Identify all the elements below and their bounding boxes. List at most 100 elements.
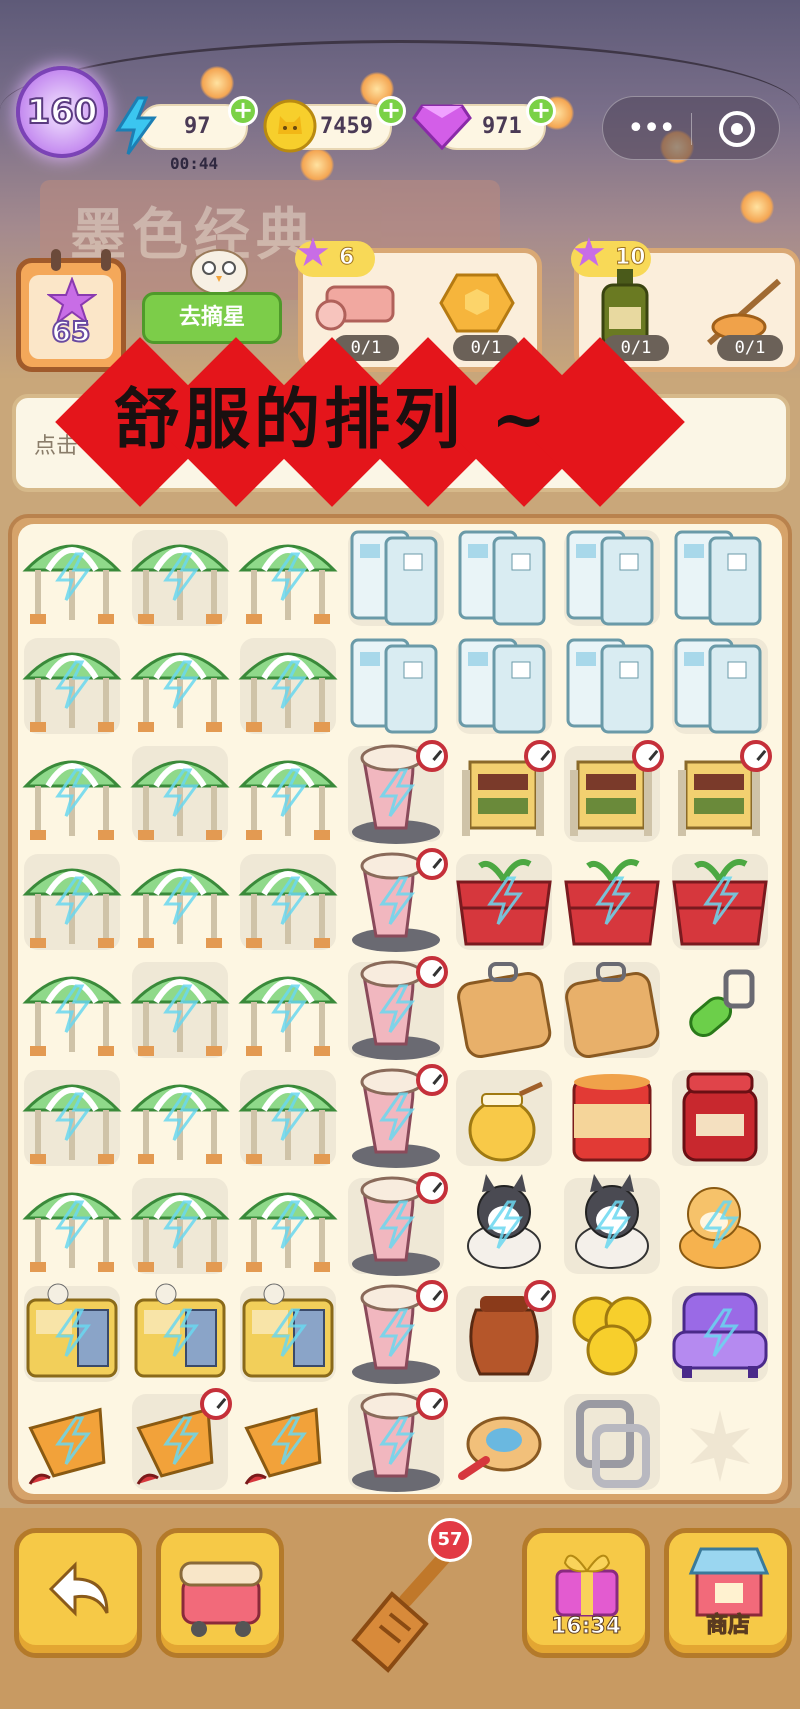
lock-bolt-icon: [163, 768, 199, 817]
board-cell[interactable]: [342, 632, 450, 740]
player-level-badge[interactable]: 160: [16, 66, 108, 158]
board-cell[interactable]: [450, 632, 558, 740]
board-cell[interactable]: [234, 956, 342, 1064]
board-cell[interactable]: [666, 1172, 774, 1280]
board-cell[interactable]: [666, 524, 774, 632]
undo-button[interactable]: [14, 1528, 142, 1658]
cutting-board-icon: [457, 962, 552, 1058]
board-cell[interactable]: [666, 1388, 774, 1496]
board-cell[interactable]: [666, 1064, 774, 1172]
board-cell[interactable]: [558, 956, 666, 1064]
board-cell[interactable]: [342, 956, 450, 1064]
board-cell[interactable]: [234, 1388, 342, 1496]
board-cell[interactable]: [234, 1172, 342, 1280]
board-cell[interactable]: [126, 1172, 234, 1280]
board-cell[interactable]: [234, 848, 342, 956]
board-cell[interactable]: [18, 956, 126, 1064]
board-cell[interactable]: [450, 848, 558, 956]
board-cell[interactable]: [126, 1064, 234, 1172]
board-cell[interactable]: [558, 740, 666, 848]
board-cell[interactable]: [558, 848, 666, 956]
board-cell[interactable]: [342, 1388, 450, 1496]
board-cell[interactable]: [450, 1064, 558, 1172]
board-cell[interactable]: [342, 1280, 450, 1388]
board-cell[interactable]: [450, 1388, 558, 1496]
star-icon: ★: [295, 230, 331, 276]
energy-bolt-icon: [115, 96, 157, 155]
go-pick-stars-button[interactable]: 去摘星: [142, 292, 282, 344]
board-cell[interactable]: [18, 848, 126, 956]
board-cell[interactable]: [126, 524, 234, 632]
board-cell[interactable]: [126, 632, 234, 740]
board-cell[interactable]: [342, 1064, 450, 1172]
add-energy-button[interactable]: +: [228, 96, 258, 126]
board-cell[interactable]: [126, 956, 234, 1064]
board-cell[interactable]: [666, 848, 774, 956]
storage-box-button[interactable]: [156, 1528, 284, 1658]
board-cell[interactable]: [126, 1280, 234, 1388]
board-cell[interactable]: [342, 1172, 450, 1280]
peeler-icon: [689, 969, 755, 1038]
board-cell[interactable]: [342, 848, 450, 956]
board-cell[interactable]: [558, 524, 666, 632]
energy-value: 97: [184, 114, 211, 139]
board-cell[interactable]: [450, 1172, 558, 1280]
shop-button[interactable]: 商店: [664, 1528, 792, 1658]
lock-bolt-icon: [271, 984, 307, 1033]
caption-banner: 舒服的排列 ~: [55, 337, 685, 507]
add-gems-button[interactable]: +: [526, 96, 556, 126]
board-cell[interactable]: [234, 740, 342, 848]
board-cell[interactable]: [450, 1280, 558, 1388]
lock-bolt-icon: [55, 1416, 91, 1465]
board-cell[interactable]: [666, 956, 774, 1064]
gem-icon: [412, 104, 472, 151]
board-cell[interactable]: [126, 740, 234, 848]
gift-button[interactable]: 16:34: [522, 1528, 650, 1658]
timer-clock-icon: [416, 848, 448, 880]
board-cell[interactable]: [558, 1388, 666, 1496]
board-cell[interactable]: [558, 1280, 666, 1388]
board-cell[interactable]: [666, 1280, 774, 1388]
lock-bolt-icon: [703, 1200, 739, 1249]
board-cell[interactable]: [450, 956, 558, 1064]
board-cell[interactable]: [342, 524, 450, 632]
board-cell[interactable]: [666, 740, 774, 848]
lock-bolt-icon: [595, 1200, 631, 1249]
board-cell[interactable]: [450, 740, 558, 848]
timer-clock-icon: [524, 1280, 556, 1312]
lock-bolt-icon: [163, 660, 199, 709]
board-cell[interactable]: [234, 524, 342, 632]
board-cell[interactable]: [18, 1172, 126, 1280]
board-cell[interactable]: [234, 1064, 342, 1172]
lock-bolt-icon: [271, 768, 307, 817]
board-cell[interactable]: [450, 524, 558, 632]
lock-bolt-icon: [271, 1200, 307, 1249]
lock-bolt-icon: [379, 1308, 415, 1357]
lock-bolt-icon: [595, 876, 631, 925]
board-cell[interactable]: [558, 1172, 666, 1280]
lock-bolt-icon: [379, 1092, 415, 1141]
board-cell[interactable]: [126, 848, 234, 956]
board-cell[interactable]: [558, 632, 666, 740]
lock-bolt-icon: [271, 552, 307, 601]
board-cell[interactable]: [18, 740, 126, 848]
spinning-top-icon: [458, 1416, 542, 1480]
board-cell[interactable]: [18, 1388, 126, 1496]
timer-clock-icon: [200, 1388, 232, 1420]
board-cell[interactable]: [18, 1280, 126, 1388]
board-cell[interactable]: [18, 632, 126, 740]
board-cell[interactable]: [342, 740, 450, 848]
merge-grid: [18, 524, 782, 1494]
board-cell[interactable]: [234, 632, 342, 740]
timer-clock-icon: [416, 1280, 448, 1312]
close-target-icon[interactable]: [719, 111, 755, 147]
calendar-rings: [41, 249, 111, 271]
more-menu-button[interactable]: •••: [627, 111, 676, 146]
board-cell[interactable]: [558, 1064, 666, 1172]
board-cell[interactable]: [18, 1064, 126, 1172]
board-cell[interactable]: [666, 632, 774, 740]
board-cell[interactable]: [234, 1280, 342, 1388]
board-cell[interactable]: [18, 524, 126, 632]
board-cell[interactable]: [126, 1388, 234, 1496]
add-coins-button[interactable]: +: [376, 96, 406, 126]
